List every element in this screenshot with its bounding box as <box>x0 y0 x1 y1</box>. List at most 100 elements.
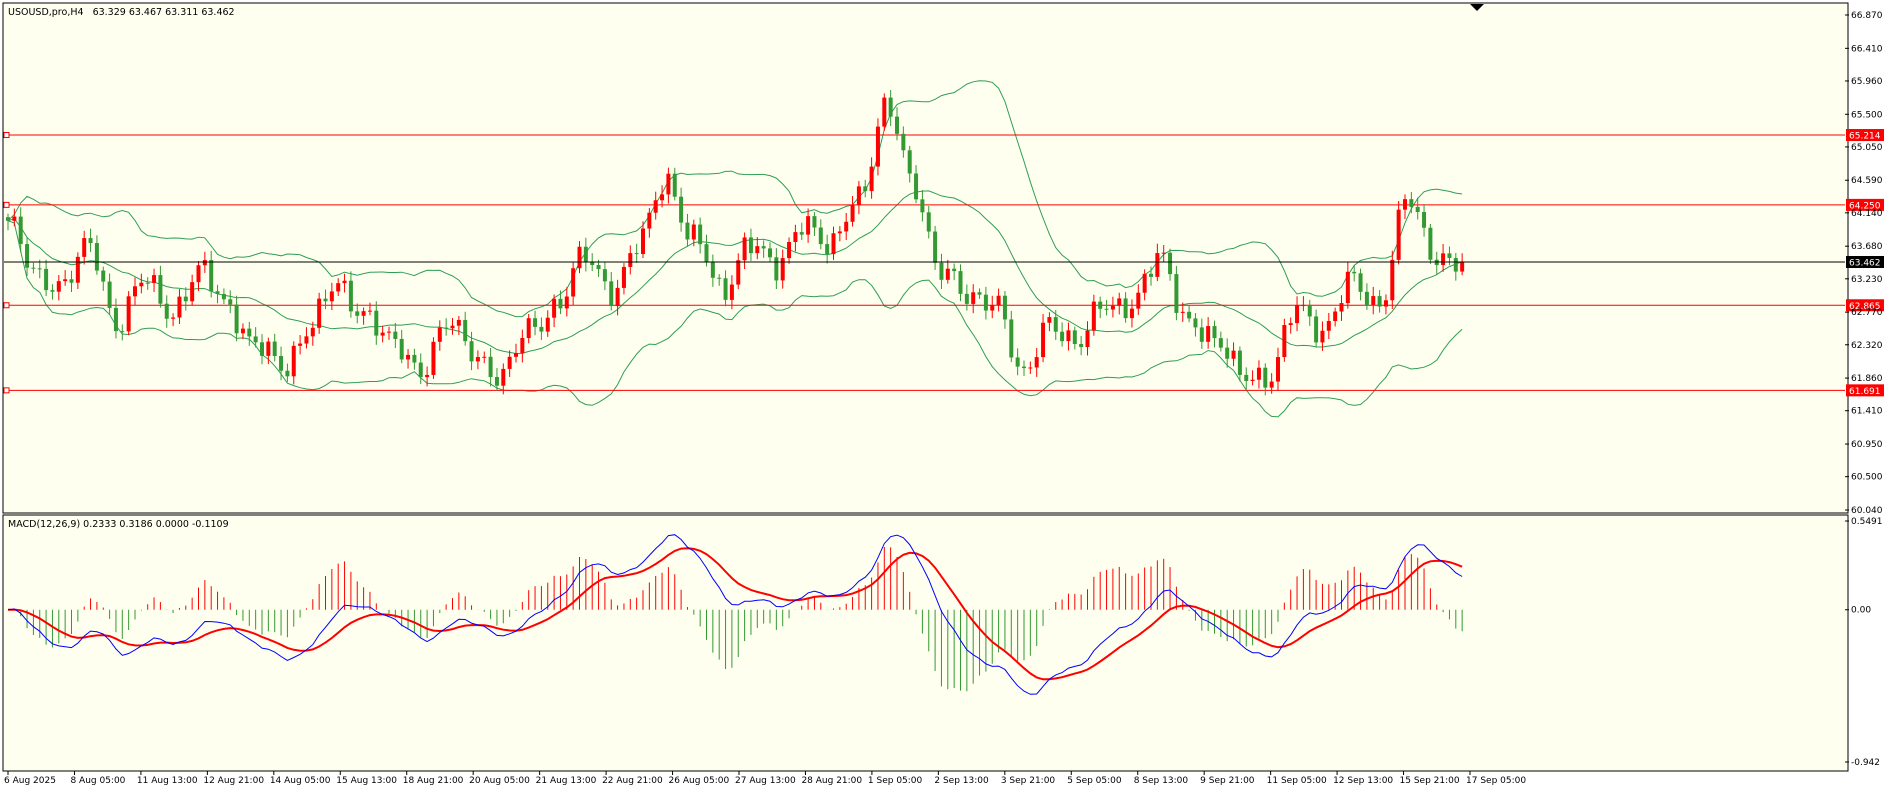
candle-body <box>1060 331 1065 342</box>
macd-pane[interactable] <box>2 514 1849 772</box>
candle-body <box>266 341 271 356</box>
candle-body <box>310 327 315 337</box>
candle-body <box>1098 301 1103 309</box>
candle-body <box>717 277 722 279</box>
candle-body <box>704 244 709 263</box>
candle-body <box>933 231 938 263</box>
candle-body <box>37 268 42 270</box>
candle-body <box>971 292 976 304</box>
candle-body <box>380 332 385 336</box>
candle-body <box>113 307 118 332</box>
candle-body <box>31 267 36 269</box>
candle-body <box>444 327 449 329</box>
candle-body <box>501 368 506 386</box>
candle-body <box>571 268 576 297</box>
candle-body <box>145 282 150 284</box>
candle-body <box>202 260 207 266</box>
time-tick-label: 28 Aug 21:00 <box>801 776 862 786</box>
candle-body <box>190 282 195 302</box>
candle-body <box>107 281 112 308</box>
price-pane[interactable] <box>2 2 1849 514</box>
candle-body <box>88 238 93 244</box>
candle-body <box>56 281 61 292</box>
candle-body <box>1415 206 1420 212</box>
candle-body <box>12 216 17 221</box>
candle-body <box>850 204 855 222</box>
candle-body <box>240 328 245 334</box>
candle-body <box>869 166 874 192</box>
macd-title: MACD(12,26,9) 0.2333 0.3186 0.0000 -0.11… <box>8 519 229 530</box>
candle-body <box>1460 261 1465 272</box>
candle-body <box>418 362 423 378</box>
candle-body <box>895 116 899 134</box>
candle-body <box>1320 330 1325 343</box>
time-tick-label: 22 Aug 21:00 <box>602 776 663 786</box>
candle-body <box>69 279 74 283</box>
candle-body <box>272 341 277 356</box>
candle-body <box>698 224 703 245</box>
candle-body <box>44 268 49 291</box>
candle-body <box>958 271 963 294</box>
candle-body <box>1085 330 1090 348</box>
candle-body <box>1110 305 1115 310</box>
candle-body <box>710 262 715 278</box>
candle-body <box>367 310 372 312</box>
time-tick-label: 11 Aug 13:00 <box>137 776 198 786</box>
candle-body <box>196 265 201 283</box>
candle-body <box>1358 273 1363 292</box>
time-tick-label: 18 Aug 21:00 <box>403 776 464 786</box>
candle-body <box>742 237 747 261</box>
candle-body <box>1199 327 1204 342</box>
candle-body <box>1218 338 1223 348</box>
candle-body <box>247 328 252 337</box>
candle-body <box>577 246 582 269</box>
candle-body <box>837 231 842 234</box>
candle-body <box>412 354 417 363</box>
candle-body <box>761 246 766 249</box>
candle-body <box>736 260 741 285</box>
candle-body <box>348 280 353 312</box>
candle-body <box>1453 258 1458 272</box>
candle-body <box>1301 304 1306 306</box>
candle-body <box>304 336 309 344</box>
candle-body <box>806 216 811 235</box>
candle-body <box>126 296 131 332</box>
candle-body <box>615 287 620 307</box>
candle-body <box>1295 305 1300 324</box>
time-tick-label: 15 Aug 13:00 <box>336 776 397 786</box>
price-tick-label: 64.140 <box>1851 209 1883 219</box>
candle-body <box>926 212 931 232</box>
candle-body <box>583 246 588 263</box>
candle-body <box>475 357 480 362</box>
candle-body <box>1155 253 1160 277</box>
candle-body <box>1409 199 1414 207</box>
candle-body <box>914 173 919 200</box>
candle-body <box>863 186 868 192</box>
time-tick-label: 15 Sep 21:00 <box>1400 776 1460 786</box>
candle-body <box>888 97 893 117</box>
candle-body <box>1136 292 1141 309</box>
candle-body <box>647 212 652 229</box>
candle-body <box>329 291 334 302</box>
candle-body <box>526 318 531 339</box>
candle-body <box>336 283 341 292</box>
candle-body <box>355 311 360 316</box>
candle-body <box>990 305 995 311</box>
candle-body <box>1276 357 1280 382</box>
time-tick-label: 9 Sep 21:00 <box>1200 776 1255 786</box>
price-tick-label: 64.590 <box>1851 176 1883 186</box>
price-tick-label: 61.860 <box>1851 374 1883 384</box>
candle-body <box>768 248 772 258</box>
chart-canvas[interactable]: 65.21464.25062.86561.691 66.87066.41065.… <box>0 0 1889 792</box>
candle-body <box>812 216 817 228</box>
candle-body <box>456 319 461 326</box>
candle-body <box>755 246 760 254</box>
candle-body <box>660 194 665 201</box>
time-tick-label: 8 Sep 13:00 <box>1134 776 1189 786</box>
candle-body <box>1117 298 1122 306</box>
candle-body <box>641 228 645 254</box>
candle-body <box>488 356 493 378</box>
candle-body <box>1269 381 1274 388</box>
candle-body <box>875 126 880 167</box>
level-anchor <box>3 132 10 139</box>
